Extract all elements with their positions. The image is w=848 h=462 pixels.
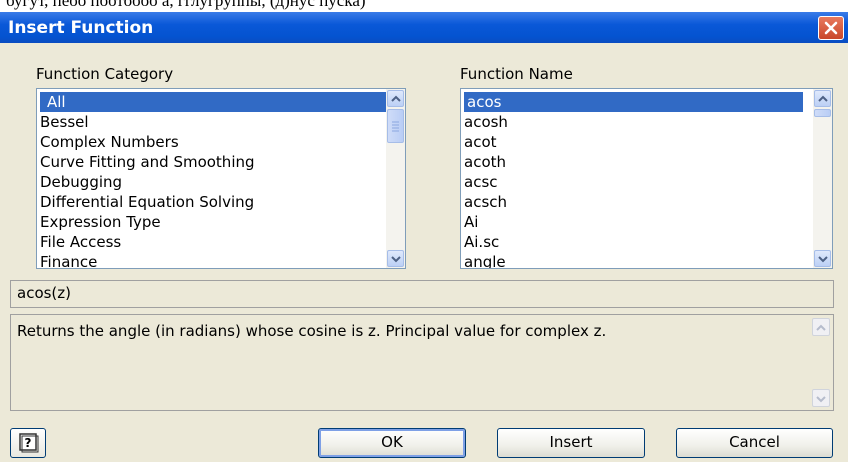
list-item[interactable]: acot <box>464 132 497 152</box>
grip-icon <box>392 121 399 132</box>
list-item[interactable]: Finance <box>40 252 97 268</box>
list-item[interactable]: acsch <box>464 192 507 212</box>
description-text: Returns the angle (in radians) whose cos… <box>17 322 607 340</box>
svg-text:?: ? <box>25 436 32 450</box>
chevron-up-icon <box>816 324 826 331</box>
close-icon <box>824 21 838 35</box>
scroll-up-button[interactable] <box>814 90 831 107</box>
list-item[interactable]: Ai <box>464 212 478 232</box>
list-item[interactable]: acsc <box>464 172 498 192</box>
function-category-label: Function Category <box>36 65 174 83</box>
list-item-all[interactable]: All <box>40 92 387 112</box>
list-item[interactable]: Expression Type <box>40 212 161 232</box>
insert-function-dialog: Insert Function Function Category Functi… <box>0 12 848 462</box>
list-item-acos[interactable]: acos <box>464 92 803 112</box>
list-item[interactable]: angle <box>464 252 506 268</box>
chevron-down-icon <box>816 396 826 403</box>
function-name-list[interactable]: acos acosh acot acoth acsc acsch Ai Ai.s… <box>460 88 833 269</box>
function-name-label: Function Name <box>460 65 573 83</box>
syntax-text: acos(z) <box>17 284 72 302</box>
help-button[interactable]: ? <box>10 428 46 458</box>
list-item[interactable]: Complex Numbers <box>40 132 179 152</box>
chevron-down-icon <box>391 256 401 263</box>
scroll-up-button[interactable] <box>387 90 404 107</box>
list-item[interactable]: Debugging <box>40 172 122 192</box>
insert-button[interactable]: Insert <box>497 428 645 458</box>
scroll-thumb[interactable] <box>387 109 404 143</box>
scroll-thumb[interactable] <box>814 109 831 117</box>
function-category-list[interactable]: All Bessel Complex Numbers Curve Fitting… <box>36 88 406 269</box>
list-item[interactable]: acoth <box>464 152 506 172</box>
list-item[interactable]: Curve Fitting and Smoothing <box>40 152 255 172</box>
syntax-display: acos(z) <box>10 280 834 308</box>
scroll-down-button[interactable] <box>812 389 830 407</box>
list-item[interactable]: Ai.sc <box>464 232 499 252</box>
chevron-down-icon <box>818 256 828 263</box>
scroll-down-button[interactable] <box>387 250 404 267</box>
function-scrollbar[interactable] <box>813 89 832 268</box>
ok-button[interactable]: OK <box>318 428 466 458</box>
dialog-title: Insert Function <box>8 18 154 38</box>
description-scrollbar[interactable] <box>812 317 831 408</box>
cancel-button[interactable]: Cancel <box>676 428 833 458</box>
list-item[interactable]: Differential Equation Solving <box>40 192 254 212</box>
list-item[interactable]: acosh <box>464 112 508 132</box>
category-scrollbar[interactable] <box>386 89 405 268</box>
scroll-down-button[interactable] <box>814 250 831 267</box>
background-page-text-strip: бугут, пеоо поотоооо а, гглугруппы, (д)н… <box>0 0 848 12</box>
chevron-up-icon <box>818 95 828 102</box>
close-button[interactable] <box>818 16 844 40</box>
background-text: бугут, пеоо поотоооо а, гглугруппы, (д)н… <box>6 0 366 10</box>
chevron-up-icon <box>391 95 401 102</box>
title-bar: Insert Function <box>0 12 848 43</box>
description-box: Returns the angle (in radians) whose cos… <box>10 314 834 411</box>
list-item[interactable]: Bessel <box>40 112 89 132</box>
help-icon: ? <box>19 433 39 453</box>
scroll-up-button[interactable] <box>812 318 830 336</box>
list-item[interactable]: File Access <box>40 232 121 252</box>
